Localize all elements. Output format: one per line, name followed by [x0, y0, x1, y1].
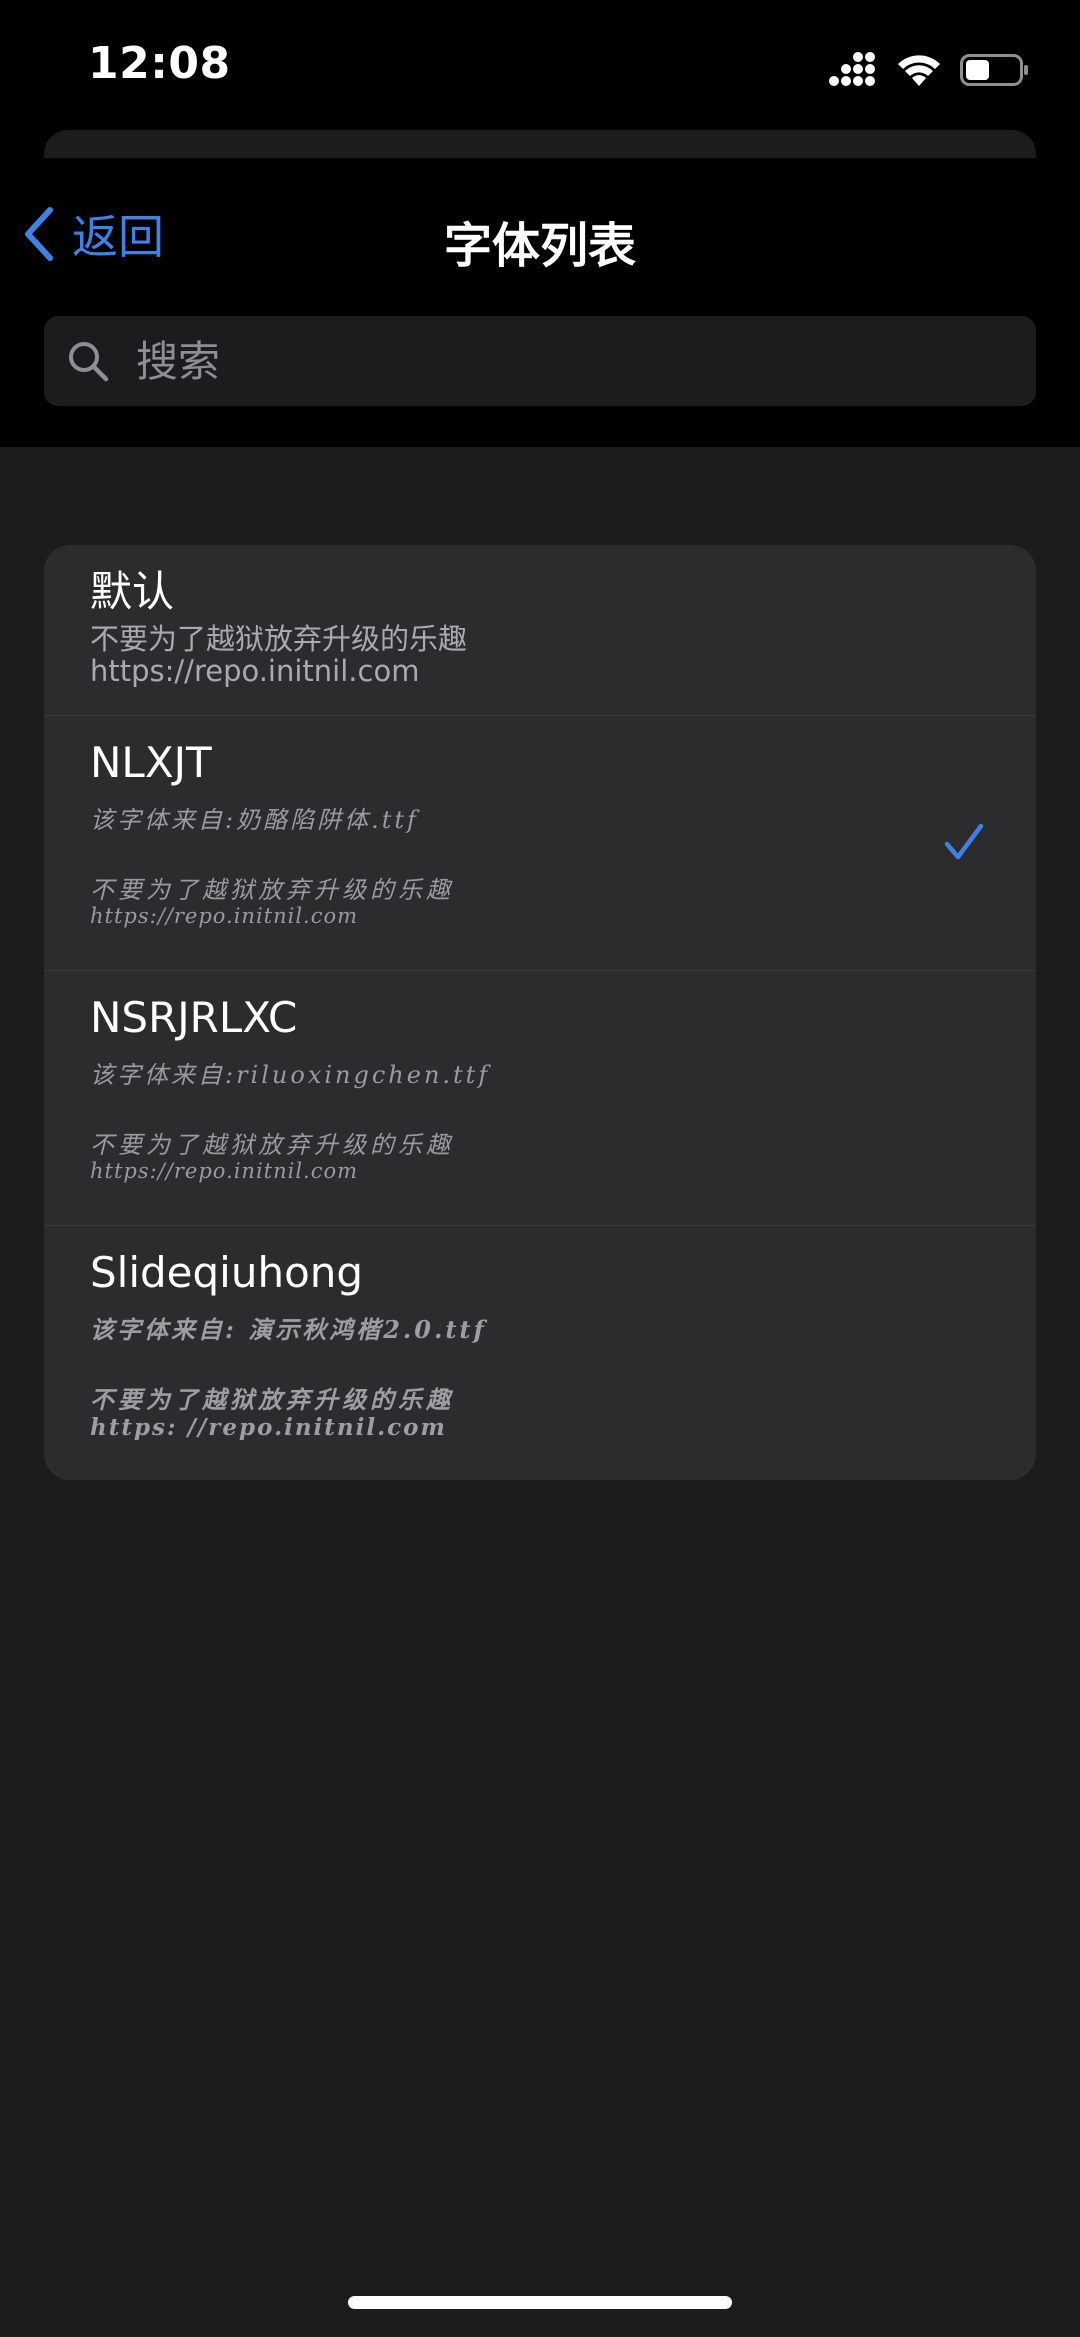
navigation-bar: 返回 字体列表: [0, 178, 1080, 290]
search-bar[interactable]: [44, 316, 1036, 406]
header-divider: [0, 158, 1080, 178]
font-motto: 不要为了越狱放弃升级的乐趣: [90, 622, 468, 656]
font-motto: 不要为了越狱放弃升级的乐趣: [90, 1131, 454, 1159]
wifi-icon: [898, 55, 940, 86]
home-indicator[interactable]: [348, 2296, 732, 2309]
search-icon: [69, 342, 109, 382]
cellular-signal-icon: [829, 52, 875, 86]
font-source: 该字体来自:riluoxingchen.ttf: [90, 1061, 491, 1089]
font-item-slideqiuhong[interactable]: Slideqiuhong 该字体来自: 演示秋鸿楷2.0.ttf 不要为了越狱放…: [44, 1226, 1036, 1480]
font-item-nsrjrlxc[interactable]: NSRJRLXC 该字体来自:riluoxingchen.ttf 不要为了越狱放…: [44, 971, 1036, 1226]
font-url: https://repo.initnil.com: [90, 654, 420, 688]
font-name: NLXJT: [90, 738, 212, 787]
font-source: 该字体来自: 演示秋鸿楷2.0.ttf: [90, 1315, 487, 1344]
font-source: 该字体来自:奶酪陷阱体.ttf: [90, 806, 419, 834]
search-input[interactable]: [134, 320, 1036, 402]
font-url: https: //repo.initnil.com: [90, 1414, 447, 1441]
font-item-default[interactable]: 默认 不要为了越狱放弃升级的乐趣 https://repo.initnil.co…: [44, 545, 1036, 716]
font-url: https://repo.initnil.com: [90, 1159, 359, 1183]
font-list: 默认 不要为了越狱放弃升级的乐趣 https://repo.initnil.co…: [44, 545, 1036, 1480]
status-bar: 12:08: [0, 0, 1080, 130]
font-motto: 不要为了越狱放弃升级的乐趣: [90, 1385, 454, 1414]
battery-icon: [960, 54, 1028, 86]
font-name: 默认: [90, 567, 175, 616]
font-name: NSRJRLXC: [90, 993, 298, 1042]
page-title: 字体列表: [443, 218, 636, 274]
font-url: https://repo.initnil.com: [90, 904, 359, 928]
font-item-nlxjt[interactable]: NLXJT 该字体来自:奶酪陷阱体.ttf 不要为了越狱放弃升级的乐趣 http…: [44, 716, 1036, 971]
font-name: Slideqiuhong: [90, 1248, 364, 1297]
status-time: 12:08: [88, 38, 231, 89]
font-motto: 不要为了越狱放弃升级的乐趣: [90, 876, 454, 904]
checkmark-icon: [944, 823, 984, 860]
status-icons: [828, 48, 1030, 92]
